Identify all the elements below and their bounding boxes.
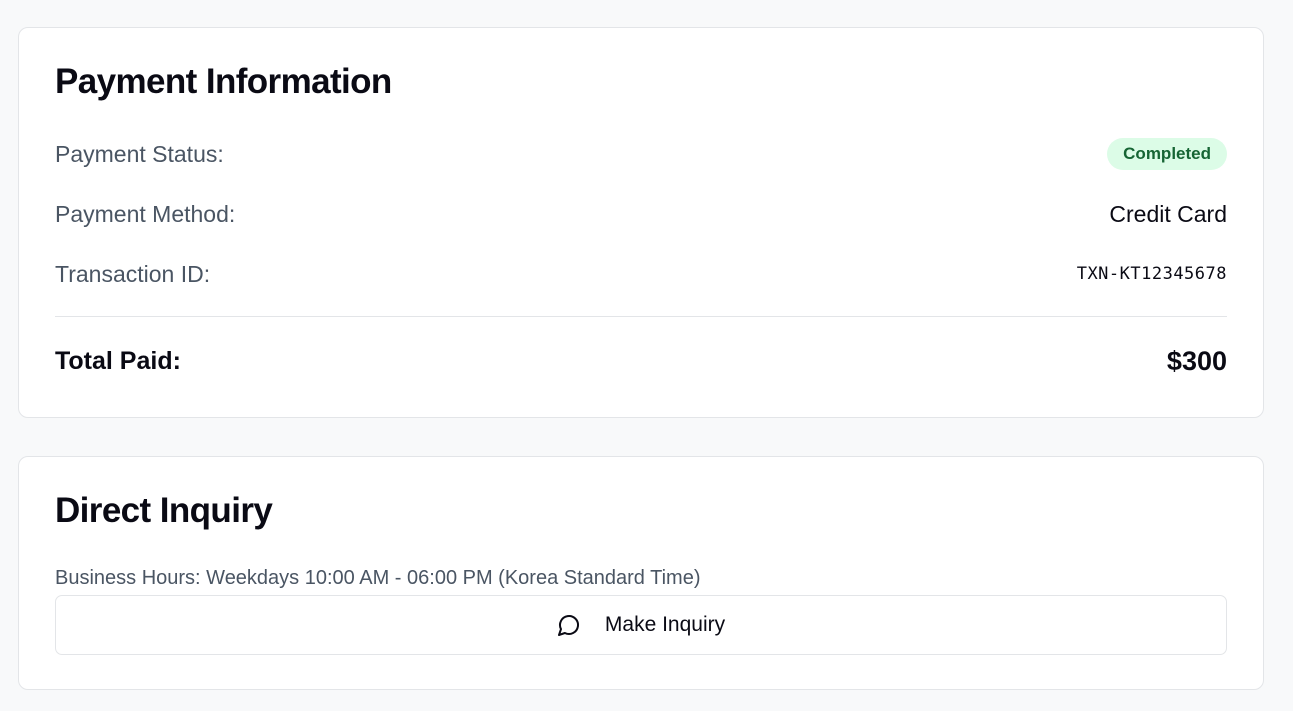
payment-status-label: Payment Status: — [55, 140, 224, 167]
payment-information-title: Payment Information — [55, 62, 392, 101]
payment-status-badge: Completed — [1107, 138, 1227, 170]
payment-method-row: Payment Method: Credit Card — [55, 197, 1227, 231]
payment-status-row: Payment Status: Completed — [55, 137, 1227, 171]
message-circle-icon — [557, 613, 581, 637]
transaction-id-value: TXN-KT12345678 — [1076, 264, 1227, 284]
total-divider — [55, 316, 1227, 317]
direct-inquiry-title: Direct Inquiry — [55, 491, 273, 530]
payment-method-label: Payment Method: — [55, 200, 236, 227]
make-inquiry-label: Make Inquiry — [604, 613, 726, 636]
total-paid-label: Total Paid: — [55, 346, 181, 375]
transaction-id-label: Transaction ID: — [55, 260, 211, 287]
total-paid-value: $300 — [1166, 345, 1227, 376]
transaction-id-row: Transaction ID: TXN-KT12345678 — [55, 257, 1227, 291]
business-hours-text: Business Hours: Weekdays 10:00 AM - 06:0… — [55, 567, 701, 589]
direct-inquiry-card: Direct Inquiry Business Hours: Weekdays … — [18, 456, 1264, 690]
make-inquiry-button[interactable]: Make Inquiry — [55, 595, 1227, 655]
total-paid-row: Total Paid: $300 — [55, 344, 1227, 378]
payment-method-value: Credit Card — [1109, 200, 1227, 227]
payment-information-card: Payment Information Payment Status: Comp… — [18, 27, 1264, 418]
